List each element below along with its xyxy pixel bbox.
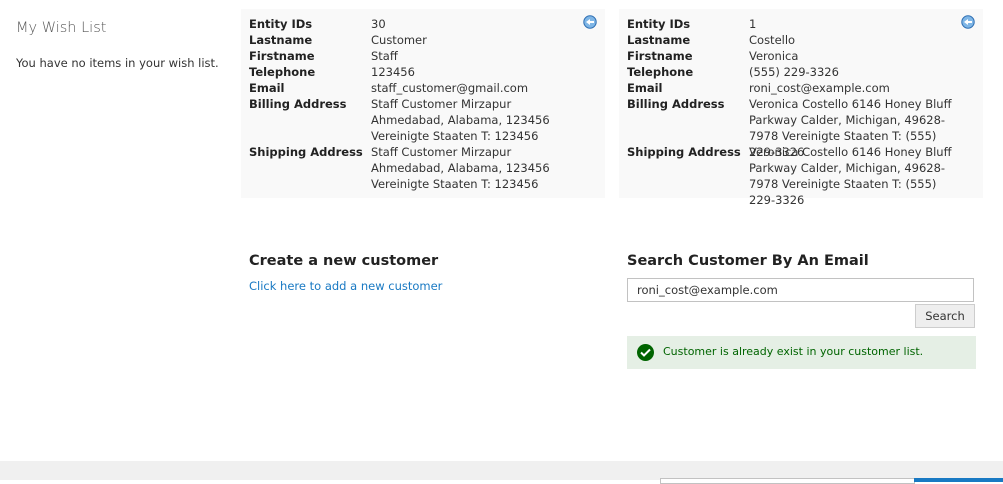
search-button[interactable]: Search [915,304,975,328]
value-telephone: (555) 229-3326 [749,65,839,79]
success-message: Customer is already exist in your custom… [627,336,976,369]
value-email: roni_cost@example.com [749,81,890,95]
label-firstname: Firstname [249,49,315,63]
value-telephone: 123456 [371,65,415,79]
newsletter-input[interactable] [660,478,915,484]
subscribe-button[interactable] [914,478,1003,482]
label-firstname: Firstname [627,49,693,63]
label-lastname: Lastname [627,33,691,47]
label-entity-id: Entity IDs [249,17,313,31]
search-customer-title: Search Customer By An Email [627,253,869,269]
wishlist-title: My Wish List [16,20,107,36]
customer-card: Entity IDs 30 Lastname Customer Firstname S… [241,9,605,198]
email-search-input[interactable] [627,278,974,302]
footer [0,461,1003,484]
label-shipping-address: Shipping Address [627,145,741,159]
value-billing-address: Staff Customer Mirzapur Ahmedabad, Alaba… [371,97,550,143]
value-shipping-address: Staff Customer Mirzapur Ahmedabad, Alaba… [371,145,550,191]
label-shipping-address: Shipping Address [249,145,363,159]
label-email: Email [249,81,285,95]
edit-arrow-icon[interactable] [583,15,597,29]
success-check-icon [637,344,654,361]
value-email: staff_customer@gmail.com [371,81,529,95]
edit-arrow-icon[interactable] [961,15,975,29]
value-lastname: Customer [371,33,427,47]
label-email: Email [627,81,663,95]
label-billing-address: Billing Address [249,97,347,111]
label-entity-id: Entity IDs [627,17,691,31]
wishlist-empty-text: You have no items in your wish list. [16,56,219,70]
label-telephone: Telephone [627,65,694,79]
value-firstname: Staff [371,49,398,63]
value-firstname: Veronica [749,49,799,63]
value-lastname: Costello [749,33,796,47]
value-shipping-address: Veronica Costello 6146 Honey Bluff Parkw… [749,145,952,207]
label-lastname: Lastname [249,33,313,47]
value-entity-id: 30 [371,17,386,31]
customer-card: Entity IDs 1 Lastname Costello Firstname Ve… [619,9,983,207]
success-message-text: Customer is already exist in your custom… [663,345,924,358]
create-customer-title: Create a new customer [249,253,439,269]
value-entity-id: 1 [749,17,757,31]
add-new-customer-link[interactable]: Click here to add a new customer [249,279,442,293]
label-telephone: Telephone [249,65,316,79]
